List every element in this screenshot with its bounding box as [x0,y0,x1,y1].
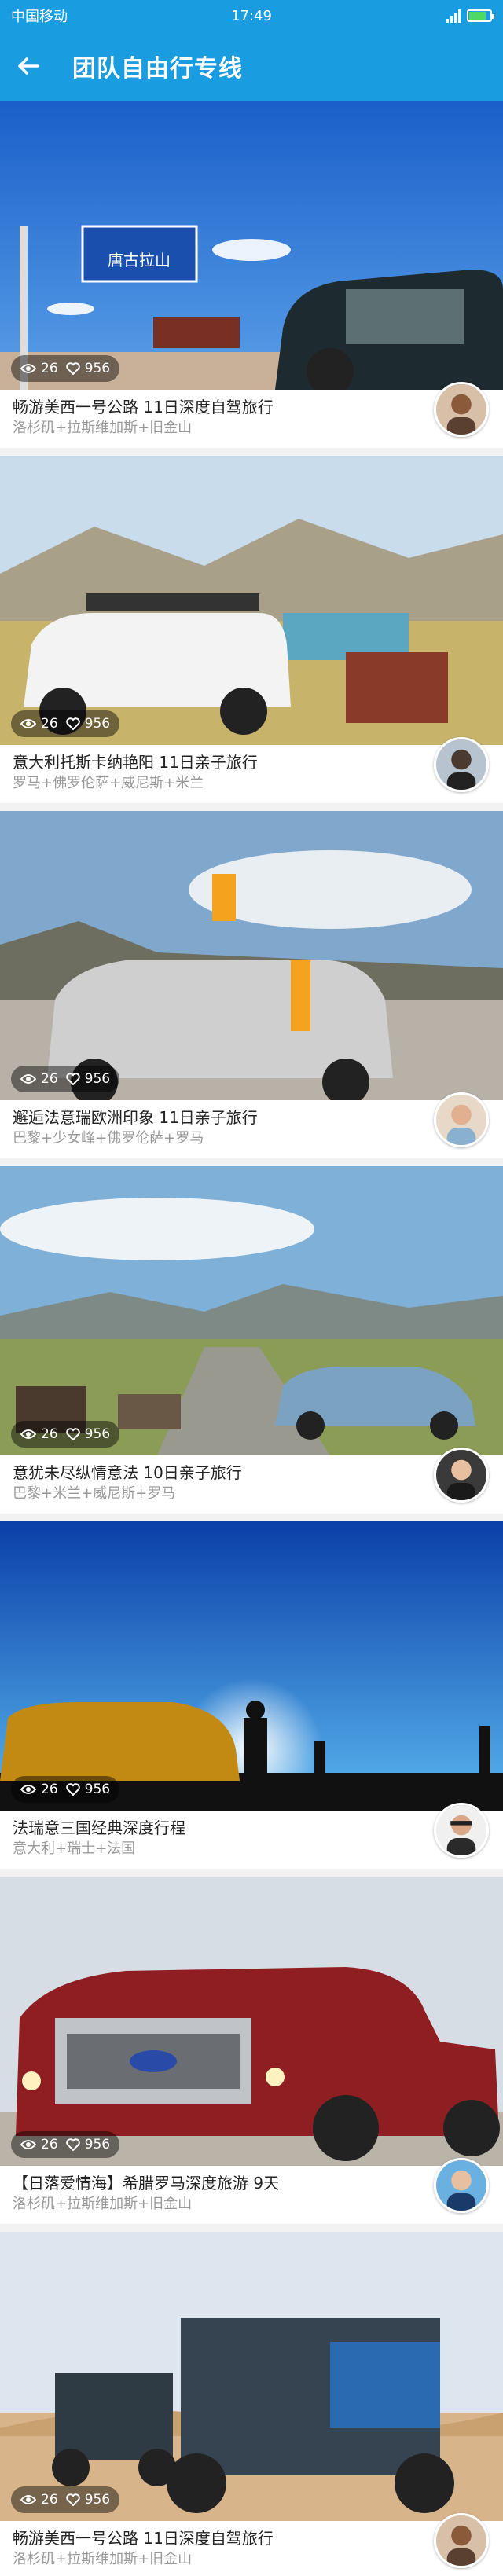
views-count: 26 [41,716,58,732]
stats-badge: 26 956 [11,2131,120,2158]
avatar[interactable] [434,1448,489,1503]
avatar[interactable] [434,1092,489,1147]
clock: 17:49 [231,7,272,24]
likes-count: 956 [84,1426,111,1442]
trip-list: 唐古拉山 26 956 畅游美西一号公路 11日深度自驾旅行 洛杉矶+拉斯维加斯… [0,101,503,2576]
trip-info: 意犹未尽纵情意法 10日亲子旅行 巴黎+米兰+威尼斯+罗马 [0,1448,503,1514]
heart-icon[interactable] [65,717,80,730]
avatar[interactable] [434,2158,489,2213]
trip-info: 邂逅法意瑞欧洲印象 11日亲子旅行 巴黎+少女峰+佛罗伦萨+罗马 [0,1092,503,1158]
likes-count: 956 [84,2492,111,2508]
trip-route: 巴黎+少女峰+佛罗伦萨+罗马 [13,1130,204,1147]
heart-icon[interactable] [65,2138,80,2151]
views-count: 26 [41,2492,58,2508]
avatar[interactable] [434,382,489,437]
trip-title: 畅游美西一号公路 11日深度自驾旅行 [13,398,274,416]
trip-route: 巴黎+米兰+威尼斯+罗马 [13,1485,176,1502]
trip-route: 洛杉矶+拉斯维加斯+旧金山 [13,2551,193,2567]
views-count: 26 [41,1426,58,1442]
likes-count: 956 [84,1782,111,1797]
trip-card[interactable]: 26 956 【日落爱情海】希腊罗马深度旅游 9天 洛杉矶+拉斯维加斯+旧金山 [0,1877,503,2224]
trip-title: 意犹未尽纵情意法 10日亲子旅行 [13,1463,242,1482]
eye-icon [20,719,36,728]
trip-route: 洛杉矶+拉斯维加斯+旧金山 [13,420,193,436]
trip-photo[interactable]: 唐古拉山 26 956 [0,101,503,390]
trip-card[interactable]: 26 956 畅游美西一号公路 11日深度自驾旅行 洛杉矶+拉斯维加斯+旧金山 [0,2232,503,2576]
trip-info: 法瑞意三国经典深度行程 意大利+瑞士+法国 [0,1803,503,1869]
avatar[interactable] [434,737,489,792]
trip-card[interactable]: 唐古拉山 26 956 畅游美西一号公路 11日深度自驾旅行 洛杉矶+拉斯维加斯… [0,101,503,448]
trip-info: 畅游美西一号公路 11日深度自驾旅行 洛杉矶+拉斯维加斯+旧金山 [0,2513,503,2576]
eye-icon [20,2495,36,2504]
trip-photo[interactable]: 26 956 [0,1877,503,2166]
eye-icon [20,364,36,373]
trip-info: 【日落爱情海】希腊罗马深度旅游 9天 洛杉矶+拉斯维加斯+旧金山 [0,2158,503,2224]
trip-card[interactable]: 26 956 意大利托斯卡纳艳阳 11日亲子旅行 罗马+佛罗伦萨+威尼斯+米兰 [0,456,503,803]
heart-icon[interactable] [65,1428,80,1440]
views-count: 26 [41,361,58,376]
trip-photo[interactable]: 26 956 [0,1521,503,1811]
avatar[interactable] [434,2513,489,2568]
heart-icon[interactable] [65,1073,80,1085]
eye-icon [20,1785,36,1794]
trip-route: 意大利+瑞士+法国 [13,1840,136,1857]
trip-title: 邂逅法意瑞欧洲印象 11日亲子旅行 [13,1108,258,1127]
trip-photo[interactable]: 26 956 [0,1166,503,1455]
stats-badge: 26 956 [11,355,120,382]
likes-count: 956 [84,361,111,376]
views-count: 26 [41,1782,58,1797]
heart-icon[interactable] [65,1783,80,1796]
views-count: 26 [41,1071,58,1087]
back-button[interactable] [14,52,42,80]
likes-count: 956 [84,1071,111,1087]
trip-photo[interactable]: 26 956 [0,2232,503,2521]
trip-photo[interactable]: 26 956 [0,456,503,745]
stats-badge: 26 956 [11,1421,120,1448]
arrow-left-icon [18,57,39,75]
views-count: 26 [41,2137,58,2152]
battery-icon [467,9,494,22]
trip-card[interactable]: 26 956 意犹未尽纵情意法 10日亲子旅行 巴黎+米兰+威尼斯+罗马 [0,1166,503,1514]
trip-route: 罗马+佛罗伦萨+威尼斯+米兰 [13,775,204,791]
stats-badge: 26 956 [11,1776,120,1803]
trip-title: 畅游美西一号公路 11日深度自驾旅行 [13,2529,274,2548]
svg-text:唐古拉山: 唐古拉山 [108,251,171,270]
heart-icon[interactable] [65,2493,80,2506]
avatar[interactable] [434,1803,489,1858]
status-bar: 中国移动 17:49 [0,0,503,31]
trip-card[interactable]: 26 956 法瑞意三国经典深度行程 意大利+瑞士+法国 [0,1521,503,1869]
app-bar: 团队自由行专线 [0,31,503,101]
signal-icon [446,9,461,23]
trip-title: 【日落爱情海】希腊罗马深度旅游 9天 [13,2174,280,2193]
trip-card[interactable]: 26 956 邂逅法意瑞欧洲印象 11日亲子旅行 巴黎+少女峰+佛罗伦萨+罗马 [0,811,503,1158]
trip-title: 意大利托斯卡纳艳阳 11日亲子旅行 [13,753,258,772]
page-title: 团队自由行专线 [72,55,243,83]
eye-icon [20,2140,36,2149]
stats-badge: 26 956 [11,2486,120,2513]
eye-icon [20,1074,36,1084]
carrier-label: 中国移动 [11,9,68,25]
likes-count: 956 [84,716,111,732]
trip-info: 畅游美西一号公路 11日深度自驾旅行 洛杉矶+拉斯维加斯+旧金山 [0,382,503,448]
eye-icon [20,1429,36,1439]
stats-badge: 26 956 [11,1066,120,1092]
trip-photo[interactable]: 26 956 [0,811,503,1100]
status-icons [446,9,494,23]
trip-route: 洛杉矶+拉斯维加斯+旧金山 [13,2196,193,2212]
trip-title: 法瑞意三国经典深度行程 [13,1818,185,1837]
heart-icon[interactable] [65,362,80,375]
likes-count: 956 [84,2137,111,2152]
trip-info: 意大利托斯卡纳艳阳 11日亲子旅行 罗马+佛罗伦萨+威尼斯+米兰 [0,737,503,803]
stats-badge: 26 956 [11,710,120,737]
